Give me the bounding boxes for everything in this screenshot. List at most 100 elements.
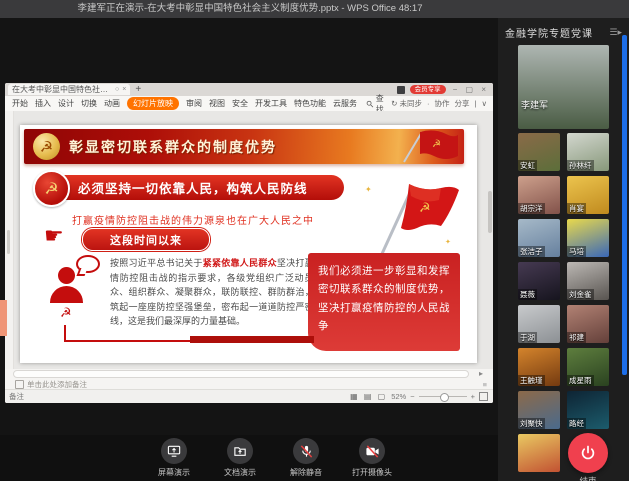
- slide-canvas: ☭ 彰显密切联系群众的制度优势 ☭ ☭ 必须坚持一切依靠人民，构筑人民防线 打赢…: [14, 111, 493, 369]
- red-flag-icon: ☭: [396, 130, 458, 163]
- menu-item[interactable]: 视图: [209, 98, 225, 109]
- participant-name: 王触瑾: [518, 375, 545, 386]
- zoom-out-button[interactable]: −: [410, 392, 414, 401]
- menu-item[interactable]: 开发工具: [255, 98, 287, 109]
- red-accent-bar: [190, 336, 314, 343]
- toolbar-button-label: 解除静音: [290, 467, 322, 478]
- panel-drag-handle[interactable]: [7, 230, 10, 254]
- new-tab-button[interactable]: +: [135, 85, 141, 95]
- zoom-in-button[interactable]: +: [471, 392, 475, 401]
- sidebar-header: 金融学院专题党课 ☰▸: [505, 24, 622, 40]
- menu-item[interactable]: 特色功能: [294, 98, 326, 109]
- participant-name: 刘聚快: [518, 418, 545, 429]
- participant-video-tile[interactable]: 刘金雀: [567, 262, 609, 300]
- participant-name: 张洁子: [518, 246, 545, 257]
- zoom-slider[interactable]: [419, 396, 467, 397]
- speech-bubble-tail: [77, 268, 88, 276]
- screen-share-icon: [161, 438, 187, 464]
- notes-expand-icon[interactable]: ≡: [483, 380, 487, 389]
- sync-label: 未同步: [400, 99, 423, 108]
- participant-video-tile[interactable]: 孙林纤: [567, 133, 609, 171]
- toolbar-button-mic-muted[interactable]: 解除静音: [280, 438, 332, 478]
- participant-video-tile[interactable]: 成星雨: [567, 348, 609, 386]
- svg-text:☭: ☭: [419, 200, 431, 215]
- participant-video-tile[interactable]: 张洁子: [518, 219, 560, 257]
- svg-text:✦: ✦: [365, 185, 372, 194]
- meeting-app-window: 李建军正在演示-在大考中彰显中国特色社会主义制度优势.pptx - WPS Of…: [0, 0, 629, 481]
- menu-item[interactable]: 切换: [81, 98, 97, 109]
- pointing-hand-icon: ☛: [44, 223, 64, 249]
- participant-video-tile[interactable]: 聂薇: [518, 262, 560, 300]
- participant-video-tile[interactable]: 路经: [567, 391, 609, 429]
- slide-banner-text: 必须坚持一切依靠人民，构筑人民防线: [78, 178, 308, 197]
- menu-item[interactable]: 设计: [58, 98, 74, 109]
- chevron-down-icon[interactable]: ∨: [482, 99, 488, 108]
- participant-video-tile[interactable]: 肖宴: [567, 176, 609, 214]
- window-controls[interactable]: − ▢ ×: [453, 85, 489, 94]
- orange-edge-strip: [0, 300, 7, 336]
- slide-subtitle: 打赢疫情防控阻击战的伟力源泉也在广大人民之中: [72, 212, 314, 227]
- collab-button[interactable]: 协作: [435, 98, 450, 109]
- body-highlight: 紧紧依靠人民群众: [203, 258, 277, 268]
- menu-item[interactable]: 动画: [104, 98, 120, 109]
- presentation-slide[interactable]: ☭ 彰显密切联系群众的制度优势 ☭ ☭ 必须坚持一切依靠人民，构筑人民防线 打赢…: [20, 125, 477, 363]
- doc-share-icon: [227, 438, 253, 464]
- participant-video-tile[interactable]: 安虹: [518, 133, 560, 171]
- speaker-illustration: ☭: [48, 255, 108, 327]
- user-avatar[interactable]: [397, 86, 405, 94]
- document-tab-title: 在大考中彰显中国特色社会主义制度优势: [12, 84, 112, 95]
- participant-video-tile[interactable]: 刘聚快: [518, 391, 560, 429]
- share-button[interactable]: 分享: [455, 98, 470, 109]
- participant-video-tile[interactable]: 王触瑾: [518, 348, 560, 386]
- participant-name: 成星雨: [567, 375, 594, 386]
- menu-item[interactable]: 幻灯片放映: [127, 97, 179, 110]
- participant-name: 马培: [567, 246, 586, 257]
- body-suffix: 坚决打赢疫情防控阻击战的指示要求，各级党组织广泛动员群众、组织群众、凝聚群众，联…: [110, 258, 323, 326]
- slide-title: 彰显密切联系群众的制度优势: [69, 137, 277, 157]
- sidebar-scrollbar[interactable]: [622, 35, 627, 375]
- participant-video-tile[interactable]: [518, 434, 560, 472]
- participant-video-tile[interactable]: 马培: [567, 219, 609, 257]
- promo-pill-button[interactable]: 会员专享: [410, 85, 446, 94]
- toolbar-button-doc-share[interactable]: 文档演示: [214, 438, 266, 478]
- toolbar-button-camera-off[interactable]: 打开摄像头: [346, 438, 398, 478]
- document-tab[interactable]: 在大考中彰显中国特色社会主义制度优势 ○ ×: [8, 84, 130, 95]
- canvas-vertical-scrollbar[interactable]: [488, 191, 492, 233]
- scroll-corner-icon[interactable]: ▸: [479, 369, 483, 378]
- canvas-horizontal-scrollbar[interactable]: ▸: [13, 369, 483, 378]
- tab-close-icon[interactable]: ×: [122, 84, 126, 95]
- presenting-status-title: 李建军正在演示-在大考中彰显中国特色社会主义制度优势.pptx - WPS Of…: [0, 0, 500, 18]
- body-prefix: 按照习近平总书记关于: [110, 258, 203, 268]
- menu-item[interactable]: 审阅: [186, 98, 202, 109]
- svg-text:☭: ☭: [432, 139, 441, 150]
- view-mode-icons[interactable]: ▦ ▤ ▢: [350, 392, 387, 401]
- wps-tab-bar: 在大考中彰显中国特色社会主义制度优势 ○ × + 会员专享 − ▢ ×: [5, 83, 493, 96]
- menu-item[interactable]: 开始: [12, 98, 28, 109]
- toolbar-button-label: 文档演示: [224, 467, 256, 478]
- presenter-video-tile[interactable]: 李建军: [518, 45, 609, 129]
- participant-name: 于湖: [518, 332, 537, 343]
- hscroll-track[interactable]: [13, 370, 469, 378]
- svg-text:✦: ✦: [445, 238, 451, 246]
- end-meeting-button[interactable]: [568, 433, 608, 473]
- menu-item[interactable]: 插入: [35, 98, 51, 109]
- camera-off-icon: [359, 438, 385, 464]
- wps-ribbon-menu: 开始插入设计切换动画幻灯片放映审阅视图安全开发工具特色功能云服务 查找 ↻ 未同…: [5, 96, 493, 112]
- participant-video-tile[interactable]: 胡宗洋: [518, 176, 560, 214]
- fullscreen-icon[interactable]: [479, 392, 488, 401]
- menu-items-container: 开始插入设计切换动画幻灯片放映审阅视图安全开发工具特色功能云服务: [5, 97, 357, 110]
- wps-office-window: 在大考中彰显中国特色社会主义制度优势 ○ × + 会员专享 − ▢ × 开始插入…: [5, 83, 493, 403]
- zoom-slider-knob[interactable]: [440, 393, 449, 402]
- participant-list-icon[interactable]: ☰▸: [609, 27, 622, 38]
- top-title-bar: 李建军正在演示-在大考中彰显中国特色社会主义制度优势.pptx - WPS Of…: [0, 0, 629, 18]
- zoom-level: 52%: [391, 392, 406, 401]
- participant-video-tile[interactable]: 祁建: [567, 305, 609, 343]
- sync-status-button[interactable]: ↻ 未同步: [391, 98, 422, 109]
- notes-icon: [15, 380, 24, 389]
- menu-item[interactable]: 安全: [232, 98, 248, 109]
- toolbar-button-screen-share[interactable]: 屏幕演示: [148, 438, 200, 478]
- participant-grid: 安虹孙林纤胡宗洋肖宴张洁子 马培聂薇刘金雀于湖 祁建王触瑾 成星雨刘聚快 路经: [518, 133, 613, 472]
- participant-video-tile[interactable]: 于湖: [518, 305, 560, 343]
- menu-item[interactable]: 云服务: [333, 98, 357, 109]
- meeting-toolbar: 屏幕演示文档演示 解除静音 打开摄像头: [0, 435, 498, 481]
